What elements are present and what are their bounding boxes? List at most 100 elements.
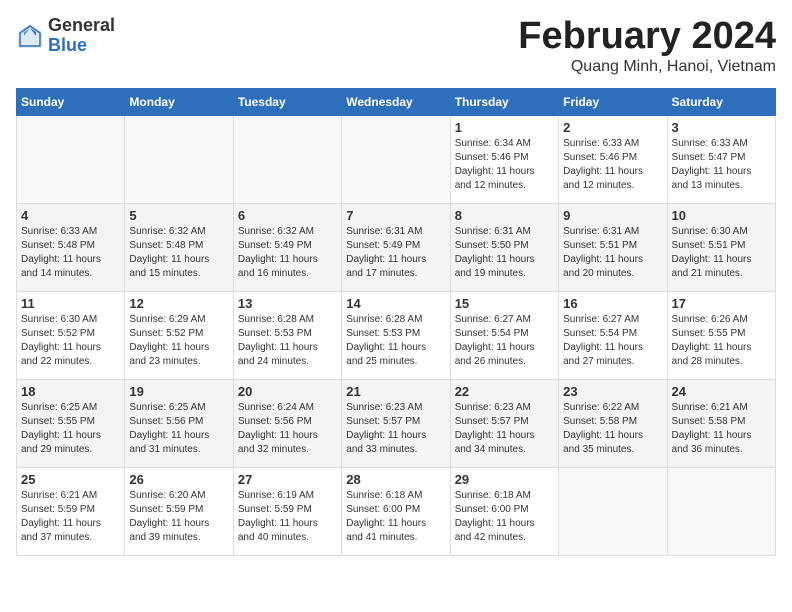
calendar-cell — [667, 467, 775, 555]
calendar-cell: 17 Sunrise: 6:26 AMSunset: 5:55 PMDayligh… — [667, 291, 775, 379]
calendar-week-row: 1Sunrise: 6:34 AMSunset: 5:46 PMDaylight… — [17, 115, 776, 203]
day-number: 12 — [129, 296, 228, 311]
day-number: 17 — [672, 296, 771, 311]
header-row: SundayMondayTuesdayWednesdayThursdayFrid… — [17, 88, 776, 115]
calendar-week-row: 25 Sunrise: 6:21 AMSunset: 5:59 PMDayligh… — [17, 467, 776, 555]
calendar-cell: 15 Sunrise: 6:27 AMSunset: 5:54 PMDayligh… — [450, 291, 558, 379]
calendar-cell — [559, 467, 667, 555]
calendar-cell: 23 Sunrise: 6:22 AMSunset: 5:58 PMDayligh… — [559, 379, 667, 467]
calendar-cell: 28 Sunrise: 6:18 AMSunset: 6:00 PMDayligh… — [342, 467, 450, 555]
calendar-cell: 14Sunrise: 6:28 AMSunset: 5:53 PMDayligh… — [342, 291, 450, 379]
calendar-header: SundayMondayTuesdayWednesdayThursdayFrid… — [17, 88, 776, 115]
calendar-cell: 18 Sunrise: 6:25 AMSunset: 5:55 PMDayligh… — [17, 379, 125, 467]
month-title: February 2024 — [518, 16, 776, 58]
header-cell-friday: Friday — [559, 88, 667, 115]
day-number: 26 — [129, 472, 228, 487]
day-info: Sunrise: 6:25 AMSunset: 5:55 PMDaylight:… — [21, 401, 120, 457]
calendar-week-row: 4 Sunrise: 6:33 AMSunset: 5:48 PMDaylight… — [17, 203, 776, 291]
calendar-cell: 21 Sunrise: 6:23 AMSunset: 5:57 PMDayligh… — [342, 379, 450, 467]
calendar-cell: 22 Sunrise: 6:23 AMSunset: 5:57 PMDayligh… — [450, 379, 558, 467]
header-cell-tuesday: Tuesday — [233, 88, 341, 115]
calendar-cell — [125, 115, 233, 203]
calendar-cell: 6Sunrise: 6:32 AMSunset: 5:49 PMDaylight… — [233, 203, 341, 291]
day-info: Sunrise: 6:18 AMSunset: 6:00 PMDaylight:… — [455, 489, 554, 545]
logo-text: General Blue — [48, 16, 115, 56]
day-number: 18 — [21, 384, 120, 399]
location-subtitle: Quang Minh, Hanoi, Vietnam — [518, 58, 776, 76]
logo-general-text: General — [48, 16, 115, 36]
header-cell-wednesday: Wednesday — [342, 88, 450, 115]
header-cell-saturday: Saturday — [667, 88, 775, 115]
day-info: Sunrise: 6:22 AMSunset: 5:58 PMDaylight:… — [563, 401, 662, 457]
calendar-cell: 3Sunrise: 6:33 AMSunset: 5:47 PMDaylight… — [667, 115, 775, 203]
day-info: Sunrise: 6:27 AMSunset: 5:54 PMDaylight:… — [455, 313, 554, 369]
calendar-cell: 12Sunrise: 6:29 AMSunset: 5:52 PMDayligh… — [125, 291, 233, 379]
logo-icon — [16, 22, 44, 50]
day-info: Sunrise: 6:31 AMSunset: 5:49 PMDaylight:… — [346, 225, 445, 281]
day-info: Sunrise: 6:20 AMSunset: 5:59 PMDaylight:… — [129, 489, 228, 545]
header-cell-thursday: Thursday — [450, 88, 558, 115]
header-cell-sunday: Sunday — [17, 88, 125, 115]
day-number: 29 — [455, 472, 554, 487]
day-info: Sunrise: 6:27 AMSunset: 5:54 PMDaylight:… — [563, 313, 662, 369]
day-number: 13 — [238, 296, 337, 311]
day-info: Sunrise: 6:23 AMSunset: 5:57 PMDaylight:… — [455, 401, 554, 457]
day-info: Sunrise: 6:26 AMSunset: 5:55 PMDaylight:… — [672, 313, 771, 369]
day-number: 28 — [346, 472, 445, 487]
calendar-cell — [233, 115, 341, 203]
calendar-week-row: 18 Sunrise: 6:25 AMSunset: 5:55 PMDayligh… — [17, 379, 776, 467]
page-header: General Blue February 2024 Quang Minh, H… — [16, 16, 776, 76]
day-info: Sunrise: 6:23 AMSunset: 5:57 PMDaylight:… — [346, 401, 445, 457]
calendar-cell: 9 Sunrise: 6:31 AMSunset: 5:51 PMDaylight… — [559, 203, 667, 291]
day-number: 5 — [129, 208, 228, 223]
calendar-week-row: 11Sunrise: 6:30 AMSunset: 5:52 PMDayligh… — [17, 291, 776, 379]
day-number: 16 — [563, 296, 662, 311]
calendar-cell: 13 Sunrise: 6:28 AMSunset: 5:53 PMDayligh… — [233, 291, 341, 379]
day-number: 15 — [455, 296, 554, 311]
calendar-cell: 11Sunrise: 6:30 AMSunset: 5:52 PMDayligh… — [17, 291, 125, 379]
calendar-cell: 1Sunrise: 6:34 AMSunset: 5:46 PMDaylight… — [450, 115, 558, 203]
day-info: Sunrise: 6:30 AMSunset: 5:51 PMDaylight:… — [672, 225, 771, 281]
calendar-cell: 29 Sunrise: 6:18 AMSunset: 6:00 PMDayligh… — [450, 467, 558, 555]
day-info: Sunrise: 6:28 AMSunset: 5:53 PMDaylight:… — [238, 313, 337, 369]
day-number: 23 — [563, 384, 662, 399]
calendar-cell: 8 Sunrise: 6:31 AMSunset: 5:50 PMDaylight… — [450, 203, 558, 291]
day-number: 4 — [21, 208, 120, 223]
calendar-cell: 2Sunrise: 6:33 AMSunset: 5:46 PMDaylight… — [559, 115, 667, 203]
day-number: 25 — [21, 472, 120, 487]
day-number: 9 — [563, 208, 662, 223]
day-number: 11 — [21, 296, 120, 311]
day-number: 24 — [672, 384, 771, 399]
calendar-cell: 20 Sunrise: 6:24 AMSunset: 5:56 PMDayligh… — [233, 379, 341, 467]
day-info: Sunrise: 6:18 AMSunset: 6:00 PMDaylight:… — [346, 489, 445, 545]
day-info: Sunrise: 6:21 AMSunset: 5:59 PMDaylight:… — [21, 489, 120, 545]
day-number: 7 — [346, 208, 445, 223]
day-number: 8 — [455, 208, 554, 223]
day-info: Sunrise: 6:32 AMSunset: 5:49 PMDaylight:… — [238, 225, 337, 281]
day-number: 21 — [346, 384, 445, 399]
calendar-table: SundayMondayTuesdayWednesdayThursdayFrid… — [16, 88, 776, 556]
calendar-cell: 5Sunrise: 6:32 AMSunset: 5:48 PMDaylight… — [125, 203, 233, 291]
day-info: Sunrise: 6:28 AMSunset: 5:53 PMDaylight:… — [346, 313, 445, 369]
day-number: 10 — [672, 208, 771, 223]
calendar-cell: 10 Sunrise: 6:30 AMSunset: 5:51 PMDayligh… — [667, 203, 775, 291]
day-info: Sunrise: 6:34 AMSunset: 5:46 PMDaylight:… — [455, 137, 554, 193]
day-number: 22 — [455, 384, 554, 399]
day-info: Sunrise: 6:25 AMSunset: 5:56 PMDaylight:… — [129, 401, 228, 457]
calendar-cell: 24 Sunrise: 6:21 AMSunset: 5:58 PMDayligh… — [667, 379, 775, 467]
header-cell-monday: Monday — [125, 88, 233, 115]
day-number: 19 — [129, 384, 228, 399]
day-info: Sunrise: 6:21 AMSunset: 5:58 PMDaylight:… — [672, 401, 771, 457]
day-info: Sunrise: 6:33 AMSunset: 5:48 PMDaylight:… — [21, 225, 120, 281]
title-section: February 2024 Quang Minh, Hanoi, Vietnam — [518, 16, 776, 76]
day-info: Sunrise: 6:31 AMSunset: 5:51 PMDaylight:… — [563, 225, 662, 281]
day-number: 3 — [672, 120, 771, 135]
calendar-cell: 25 Sunrise: 6:21 AMSunset: 5:59 PMDayligh… — [17, 467, 125, 555]
calendar-cell: 16 Sunrise: 6:27 AMSunset: 5:54 PMDayligh… — [559, 291, 667, 379]
calendar-cell: 19 Sunrise: 6:25 AMSunset: 5:56 PMDayligh… — [125, 379, 233, 467]
calendar-cell — [342, 115, 450, 203]
day-number: 20 — [238, 384, 337, 399]
day-info: Sunrise: 6:31 AMSunset: 5:50 PMDaylight:… — [455, 225, 554, 281]
day-info: Sunrise: 6:24 AMSunset: 5:56 PMDaylight:… — [238, 401, 337, 457]
calendar-cell: 26 Sunrise: 6:20 AMSunset: 5:59 PMDayligh… — [125, 467, 233, 555]
